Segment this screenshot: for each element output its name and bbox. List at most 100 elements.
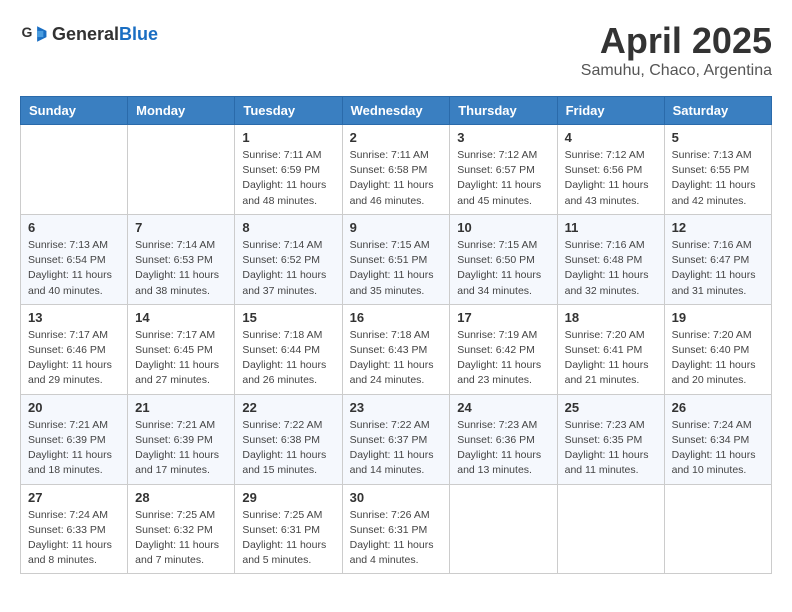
month-title: April 2025 [581,20,772,62]
day-number: 1 [242,130,334,145]
day-number: 23 [350,400,443,415]
calendar-week-3: 13 Sunrise: 7:17 AMSunset: 6:46 PMDayligh… [21,304,772,394]
column-header-wednesday: Wednesday [342,97,450,125]
day-number: 27 [28,490,120,505]
calendar-cell: 25 Sunrise: 7:23 AMSunset: 6:35 PMDayligh… [557,394,664,484]
calendar-week-5: 27 Sunrise: 7:24 AMSunset: 6:33 PMDayligh… [21,484,772,574]
column-header-monday: Monday [128,97,235,125]
day-number: 5 [672,130,764,145]
calendar-week-4: 20 Sunrise: 7:21 AMSunset: 6:39 PMDayligh… [21,394,772,484]
day-info: Sunrise: 7:11 AMSunset: 6:59 PMDaylight:… [242,148,334,209]
calendar-cell: 13 Sunrise: 7:17 AMSunset: 6:46 PMDayligh… [21,304,128,394]
calendar-cell: 27 Sunrise: 7:24 AMSunset: 6:33 PMDayligh… [21,484,128,574]
calendar-cell: 16 Sunrise: 7:18 AMSunset: 6:43 PMDayligh… [342,304,450,394]
day-number: 25 [565,400,657,415]
calendar-cell: 29 Sunrise: 7:25 AMSunset: 6:31 PMDayligh… [235,484,342,574]
day-info: Sunrise: 7:14 AMSunset: 6:52 PMDaylight:… [242,238,334,299]
day-number: 12 [672,220,764,235]
day-info: Sunrise: 7:24 AMSunset: 6:34 PMDaylight:… [672,418,764,479]
day-info: Sunrise: 7:16 AMSunset: 6:47 PMDaylight:… [672,238,764,299]
column-header-friday: Friday [557,97,664,125]
day-number: 26 [672,400,764,415]
day-info: Sunrise: 7:21 AMSunset: 6:39 PMDaylight:… [28,418,120,479]
day-number: 22 [242,400,334,415]
calendar-cell [664,484,771,574]
day-number: 19 [672,310,764,325]
calendar-cell: 9 Sunrise: 7:15 AMSunset: 6:51 PMDaylight… [342,214,450,304]
day-info: Sunrise: 7:11 AMSunset: 6:58 PMDaylight:… [350,148,443,209]
calendar-cell: 26 Sunrise: 7:24 AMSunset: 6:34 PMDayligh… [664,394,771,484]
day-info: Sunrise: 7:22 AMSunset: 6:38 PMDaylight:… [242,418,334,479]
day-number: 24 [457,400,549,415]
calendar-cell: 1 Sunrise: 7:11 AMSunset: 6:59 PMDaylight… [235,125,342,215]
calendar-cell: 15Sunrise: 7:18 AMSunset: 6:44 PMDayligh… [235,304,342,394]
day-info: Sunrise: 7:13 AMSunset: 6:54 PMDaylight:… [28,238,120,299]
day-number: 29 [242,490,334,505]
calendar-cell: 22 Sunrise: 7:22 AMSunset: 6:38 PMDayligh… [235,394,342,484]
day-info: Sunrise: 7:17 AMSunset: 6:45 PMDaylight:… [135,328,227,389]
calendar-cell: 24Sunrise: 7:23 AMSunset: 6:36 PMDayligh… [450,394,557,484]
calendar-body: 1 Sunrise: 7:11 AMSunset: 6:59 PMDaylight… [21,125,772,574]
day-info: Sunrise: 7:21 AMSunset: 6:39 PMDaylight:… [135,418,227,479]
calendar-cell: 20 Sunrise: 7:21 AMSunset: 6:39 PMDayligh… [21,394,128,484]
calendar-cell: 2 Sunrise: 7:11 AMSunset: 6:58 PMDaylight… [342,125,450,215]
day-info: Sunrise: 7:24 AMSunset: 6:33 PMDaylight:… [28,508,120,569]
calendar-cell: 19 Sunrise: 7:20 AMSunset: 6:40 PMDayligh… [664,304,771,394]
day-info: Sunrise: 7:20 AMSunset: 6:41 PMDaylight:… [565,328,657,389]
day-info: Sunrise: 7:20 AMSunset: 6:40 PMDaylight:… [672,328,764,389]
day-info: Sunrise: 7:19 AMSunset: 6:42 PMDaylight:… [457,328,549,389]
calendar-cell: 8 Sunrise: 7:14 AMSunset: 6:52 PMDaylight… [235,214,342,304]
day-info: Sunrise: 7:25 AMSunset: 6:31 PMDaylight:… [242,508,334,569]
day-number: 13 [28,310,120,325]
day-info: Sunrise: 7:15 AMSunset: 6:51 PMDaylight:… [350,238,443,299]
day-number: 11 [565,220,657,235]
day-info: Sunrise: 7:23 AMSunset: 6:35 PMDaylight:… [565,418,657,479]
calendar-cell: 3 Sunrise: 7:12 AMSunset: 6:57 PMDaylight… [450,125,557,215]
day-info: Sunrise: 7:12 AMSunset: 6:56 PMDaylight:… [565,148,657,209]
day-number: 20 [28,400,120,415]
day-info: Sunrise: 7:18 AMSunset: 6:43 PMDaylight:… [350,328,443,389]
day-number: 4 [565,130,657,145]
calendar-cell [450,484,557,574]
day-number: 9 [350,220,443,235]
calendar-cell [21,125,128,215]
day-info: Sunrise: 7:15 AMSunset: 6:50 PMDaylight:… [457,238,549,299]
calendar-cell: 12 Sunrise: 7:16 AMSunset: 6:47 PMDayligh… [664,214,771,304]
column-header-tuesday: Tuesday [235,97,342,125]
day-number: 3 [457,130,549,145]
calendar-week-1: 1 Sunrise: 7:11 AMSunset: 6:59 PMDaylight… [21,125,772,215]
day-number: 30 [350,490,443,505]
day-info: Sunrise: 7:12 AMSunset: 6:57 PMDaylight:… [457,148,549,209]
title-area: April 2025 Samuhu, Chaco, Argentina [581,20,772,80]
calendar-cell: 14 Sunrise: 7:17 AMSunset: 6:45 PMDayligh… [128,304,235,394]
day-number: 7 [135,220,227,235]
day-number: 21 [135,400,227,415]
day-number: 15 [242,310,334,325]
calendar-cell: 6 Sunrise: 7:13 AMSunset: 6:54 PMDaylight… [21,214,128,304]
calendar-cell: 23 Sunrise: 7:22 AMSunset: 6:37 PMDayligh… [342,394,450,484]
column-header-saturday: Saturday [664,97,771,125]
svg-text:G: G [22,24,33,40]
day-info: Sunrise: 7:17 AMSunset: 6:46 PMDaylight:… [28,328,120,389]
day-number: 17 [457,310,549,325]
day-number: 8 [242,220,334,235]
logo-icon: G [20,20,48,48]
header: G GeneralBlue April 2025 Samuhu, Chaco, … [20,20,772,80]
location-title: Samuhu, Chaco, Argentina [581,62,772,80]
calendar-week-2: 6 Sunrise: 7:13 AMSunset: 6:54 PMDaylight… [21,214,772,304]
calendar-cell: 7 Sunrise: 7:14 AMSunset: 6:53 PMDaylight… [128,214,235,304]
calendar-cell: 10Sunrise: 7:15 AMSunset: 6:50 PMDayligh… [450,214,557,304]
day-number: 14 [135,310,227,325]
day-number: 2 [350,130,443,145]
calendar-cell: 28Sunrise: 7:25 AMSunset: 6:32 PMDayligh… [128,484,235,574]
day-info: Sunrise: 7:16 AMSunset: 6:48 PMDaylight:… [565,238,657,299]
day-number: 28 [135,490,227,505]
calendar-cell: 4 Sunrise: 7:12 AMSunset: 6:56 PMDaylight… [557,125,664,215]
logo-text-blue: Blue [119,24,158,44]
day-info: Sunrise: 7:14 AMSunset: 6:53 PMDaylight:… [135,238,227,299]
calendar-header-row: SundayMondayTuesdayWednesdayThursdayFrid… [21,97,772,125]
day-number: 16 [350,310,443,325]
day-info: Sunrise: 7:22 AMSunset: 6:37 PMDaylight:… [350,418,443,479]
day-number: 6 [28,220,120,235]
calendar-cell [128,125,235,215]
